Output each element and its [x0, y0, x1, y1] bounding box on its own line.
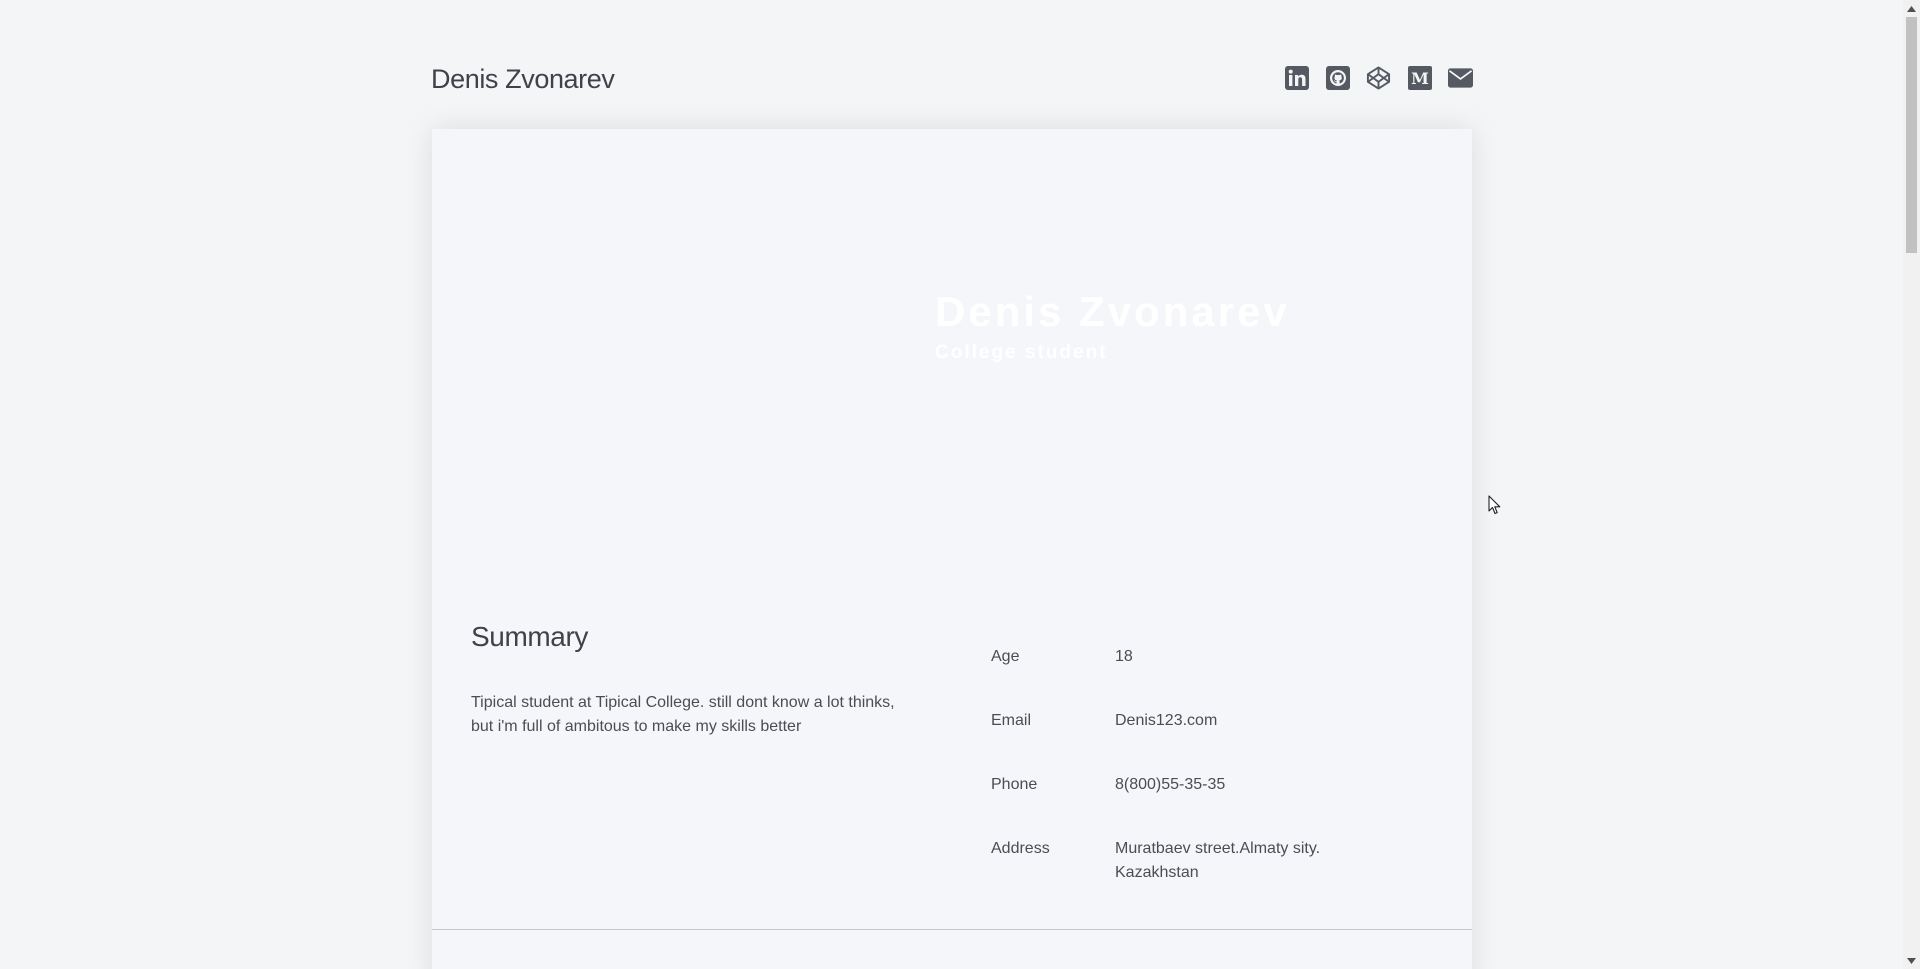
resume-page: Denis Zvonarev M Denis Zvonarev College … — [0, 0, 1920, 969]
hero-role: College student — [935, 342, 1108, 363]
section-divider — [432, 929, 1472, 930]
svg-text:M: M — [1411, 69, 1429, 88]
info-value: Denis123.com — [1115, 712, 1218, 729]
info-value: 18 — [1115, 648, 1133, 665]
site-title[interactable]: Denis Zvonarev — [431, 62, 615, 96]
info-label: Phone — [991, 776, 1038, 793]
info-row-phone: Phone 8(800)55-35-35 — [991, 773, 1391, 837]
github-icon[interactable] — [1325, 65, 1350, 90]
info-value: 8(800)55-35-35 — [1115, 776, 1226, 793]
codepen-icon[interactable] — [1366, 65, 1391, 90]
email-icon[interactable] — [1448, 65, 1473, 90]
info-label: Age — [991, 648, 1020, 665]
mouse-cursor-icon — [1488, 495, 1502, 515]
info-label: Address — [991, 840, 1050, 857]
info-row-address: Address Muratbaev street.Almaty sity. Ka… — [991, 837, 1391, 901]
linkedin-icon[interactable] — [1284, 65, 1309, 90]
medium-icon[interactable]: M — [1407, 65, 1432, 90]
scroll-up-arrow-icon[interactable] — [1903, 0, 1920, 17]
info-label: Email — [991, 712, 1032, 729]
info-value: Muratbaev street.Almaty sity. Kazakhstan — [1115, 840, 1321, 881]
hero-name: Denis Zvonarev — [935, 288, 1290, 335]
social-links: M — [1284, 65, 1473, 90]
personal-info-list: Age 18 Email Denis123.com Phone 8(800)55… — [991, 645, 1391, 901]
vertical-scrollbar[interactable] — [1903, 0, 1920, 969]
resume-card: Denis Zvonarev College student Summary T… — [432, 129, 1472, 969]
summary-title: Summary — [471, 621, 588, 652]
summary-text: Tipical student at Tipical College. stil… — [471, 694, 895, 735]
scrollbar-thumb[interactable] — [1906, 17, 1917, 253]
info-row-age: Age 18 — [991, 645, 1391, 709]
info-row-email: Email Denis123.com — [991, 709, 1391, 773]
scroll-down-arrow-icon[interactable] — [1903, 952, 1920, 969]
